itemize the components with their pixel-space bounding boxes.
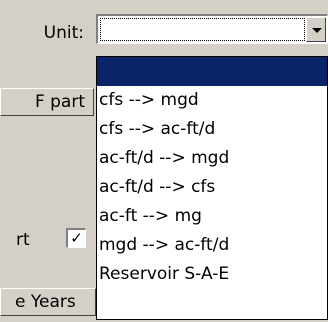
partial-checkbox[interactable]: ✓ — [66, 228, 86, 248]
chevron-down-icon — [312, 28, 322, 33]
unit-label: Unit: — [43, 23, 84, 43]
dropdown-option-cfs-mgd[interactable]: cfs --> mgd — [97, 86, 327, 115]
unit-combobox-value[interactable] — [100, 18, 305, 41]
dropdown-option-acftd-mgd[interactable]: ac-ft/d --> mgd — [97, 144, 327, 173]
dropdown-option-mgd-acftd[interactable]: mgd --> ac-ft/d — [97, 231, 327, 260]
f-part-button[interactable]: F part — [0, 88, 94, 116]
years-button[interactable]: e Years — [0, 288, 96, 316]
dropdown-option-blank[interactable] — [97, 57, 327, 86]
checkmark-icon: ✓ — [70, 229, 83, 247]
partial-checkbox-label: rt — [16, 230, 30, 250]
dropdown-option-acft-mg[interactable]: ac-ft --> mg — [97, 202, 327, 231]
unit-dropdown-list[interactable]: cfs --> mgd cfs --> ac-ft/d ac-ft/d --> … — [96, 56, 328, 320]
unit-combobox[interactable] — [96, 14, 328, 44]
dropdown-option-cfs-acftd[interactable]: cfs --> ac-ft/d — [97, 115, 327, 144]
dropdown-option-acftd-cfs[interactable]: ac-ft/d --> cfs — [97, 173, 327, 202]
dropdown-option-reservoir-sae[interactable]: Reservoir S-A-E — [97, 260, 327, 289]
unit-dropdown-button[interactable] — [306, 17, 326, 42]
